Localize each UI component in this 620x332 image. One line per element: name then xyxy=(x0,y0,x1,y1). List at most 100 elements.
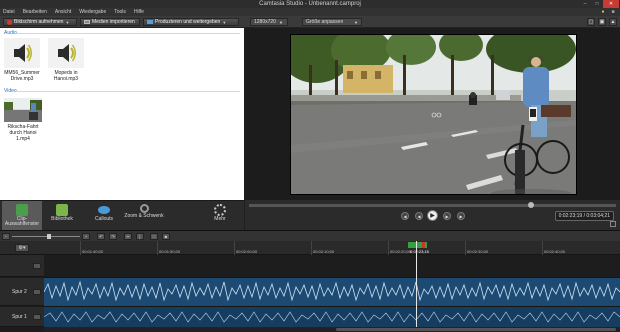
chevron-down-icon: ▼ xyxy=(354,19,358,25)
import-media-button[interactable]: Medien importieren xyxy=(80,18,140,26)
chevron-down-icon: ▼ xyxy=(65,19,70,25)
audio-clip-track-2[interactable] xyxy=(43,278,620,306)
track-toggle[interactable] xyxy=(33,289,41,295)
window-title: Camtasia Studio - Unbenannt.camproj xyxy=(259,1,361,7)
timeline-tracks: Spur 2 Spur 1 xyxy=(0,255,620,332)
collapse-icon[interactable]: ▲ xyxy=(609,18,617,26)
tab-callouts[interactable]: Callouts xyxy=(84,201,124,231)
menu-bar: Datei Bearbeiten Ansicht Wiedergabe Tool… xyxy=(0,8,620,16)
zoom-slider[interactable] xyxy=(12,236,80,237)
track-toggle[interactable] xyxy=(33,314,41,320)
ruler-label: 00:02:30;00 xyxy=(467,249,489,254)
track-header-empty xyxy=(0,255,44,277)
clip-bin-icon xyxy=(16,204,28,216)
section-divider xyxy=(17,33,240,34)
fullscreen-icon[interactable] xyxy=(610,221,616,227)
paste-icon[interactable]: ■ xyxy=(162,233,170,240)
playhead-time: 0:02:23;15 xyxy=(410,249,429,254)
playhead-line[interactable] xyxy=(416,241,417,332)
playhead-out-marker[interactable] xyxy=(422,242,425,248)
record-screen-label: Bildschirm aufnehmen xyxy=(14,19,64,25)
timeline-scrollbar[interactable] xyxy=(44,327,620,332)
clip-item-audio-2[interactable]: Mopeds in Hanoi.mp3 xyxy=(48,38,84,82)
clip-bin: Audio MM56_Summer Drive.mp3 Mopeds in Ha… xyxy=(0,28,244,200)
play-button[interactable]: ▶ xyxy=(427,210,438,221)
audio-section-label: Audio xyxy=(4,30,17,36)
clip-item-video-1[interactable]: Rikscha-Fahrt durch Hanoi 1.mp4 xyxy=(3,98,43,142)
clip-name: MM56_Summer Drive.mp3 xyxy=(4,70,40,82)
player-controls: ◀ ◀ ▶ ▶ ▶ 0:02:23;19 / 0:03:04;21 xyxy=(245,200,620,230)
close-button[interactable]: ✕ xyxy=(603,0,619,8)
menu-ansicht[interactable]: Ansicht xyxy=(55,9,71,15)
scrubber-handle[interactable] xyxy=(528,202,534,208)
ruler-label: 00:01:40;00 xyxy=(82,249,104,254)
timeline-ruler[interactable]: ⚙▾ 00:01:40;00 00:01:50;00 00:02:00;00 0… xyxy=(0,241,620,255)
settings-icon[interactable]: ■ xyxy=(610,9,616,15)
track-toggle[interactable] xyxy=(33,263,41,269)
record-screen-button[interactable]: Bildschirm aufnehmen ▼ xyxy=(3,18,77,26)
clip-item-audio-1[interactable]: MM56_Summer Drive.mp3 xyxy=(4,38,40,82)
fit-select[interactable]: Größe anpassen ▼ xyxy=(302,18,362,26)
menu-tools[interactable]: Tools xyxy=(114,9,126,15)
resolution-value: 1280x720 xyxy=(254,19,276,25)
chevron-down-icon: ▼ xyxy=(222,19,227,25)
tab-library[interactable]: Bibliothek xyxy=(42,201,82,231)
main-toolbar: Bildschirm aufnehmen ▼ Medien importiere… xyxy=(0,16,620,28)
callout-icon xyxy=(98,206,110,214)
ruler-label: 00:01:50;00 xyxy=(159,249,181,254)
tab-more[interactable]: Mehr xyxy=(200,201,240,231)
step-forward-button[interactable]: ▶ xyxy=(443,212,451,220)
minimize-button[interactable]: – xyxy=(579,0,591,8)
split-icon[interactable]: │ xyxy=(136,233,144,240)
lightbulb-icon[interactable]: ● xyxy=(600,9,606,15)
cut-icon[interactable]: ✂ xyxy=(124,233,132,240)
tab-label: Mehr xyxy=(214,216,226,222)
ruler-label: 00:02:10;00 xyxy=(313,249,335,254)
menu-bearbeiten[interactable]: Bearbeiten xyxy=(23,9,47,15)
undo-icon[interactable]: ↶ xyxy=(97,233,105,240)
tab-label: Bibliothek xyxy=(51,216,73,222)
audio-clip-track-1[interactable] xyxy=(43,307,620,327)
detach-preview-icon[interactable]: ▢ xyxy=(587,18,595,26)
film-icon xyxy=(84,20,90,24)
tab-clip-bin[interactable]: Clip-Auswahlfenster xyxy=(2,201,42,231)
maximize-button[interactable]: □ xyxy=(591,0,603,8)
audio-waveform xyxy=(43,278,620,306)
produce-share-button[interactable]: Produzieren und weitergeben ▼ xyxy=(143,18,239,26)
video-canvas[interactable] xyxy=(290,34,577,195)
speaker-icon xyxy=(58,44,76,62)
resolution-select[interactable]: 1280x720 ▼ xyxy=(250,18,288,26)
preview-pane xyxy=(245,28,620,200)
redo-icon[interactable]: ↷ xyxy=(109,233,117,240)
menu-wiedergabe[interactable]: Wiedergabe xyxy=(79,9,106,15)
track-header-1[interactable]: Spur 1 xyxy=(0,307,44,327)
task-tabs: Clip-Auswahlfenster Bibliothek Callouts … xyxy=(0,200,244,231)
track-name: Spur 1 xyxy=(12,314,27,320)
tab-zoom-pan[interactable]: Zoom & Schwenk xyxy=(124,201,164,231)
go-to-start-button[interactable]: ◀ xyxy=(401,212,409,220)
magnifier-icon xyxy=(139,204,149,213)
video-thumbnail-image xyxy=(4,98,42,122)
playhead-handle[interactable] xyxy=(408,242,427,248)
fullscreen-icon[interactable]: ▣ xyxy=(598,18,606,26)
go-to-end-button[interactable]: ▶ xyxy=(457,212,465,220)
zoom-in-icon[interactable]: + xyxy=(82,233,90,240)
copy-icon[interactable]: □ xyxy=(150,233,158,240)
scrollbar-thumb[interactable] xyxy=(336,328,616,331)
gear-icon[interactable]: ⚙▾ xyxy=(15,244,29,252)
track-header-2[interactable]: Spur 2 xyxy=(0,278,44,306)
preview-scrubber[interactable] xyxy=(249,204,616,207)
step-back-button[interactable]: ◀ xyxy=(415,212,423,220)
zoom-out-icon[interactable]: − xyxy=(2,233,10,240)
section-divider xyxy=(17,91,240,92)
menu-hilfe[interactable]: Hilfe xyxy=(134,9,144,15)
menu-datei[interactable]: Datei xyxy=(3,9,15,15)
zoom-slider-handle[interactable] xyxy=(47,234,51,239)
produce-share-label: Produzieren und weitergeben xyxy=(155,19,221,25)
record-icon xyxy=(7,19,12,25)
ruler-label: 00:02:20;00 xyxy=(390,249,412,254)
ruler-tick xyxy=(80,241,81,255)
clip-thumbnail xyxy=(4,38,40,68)
tab-label: Zoom & Schwenk xyxy=(124,213,164,219)
tab-label: Clip-Auswahlfenster xyxy=(4,216,40,227)
